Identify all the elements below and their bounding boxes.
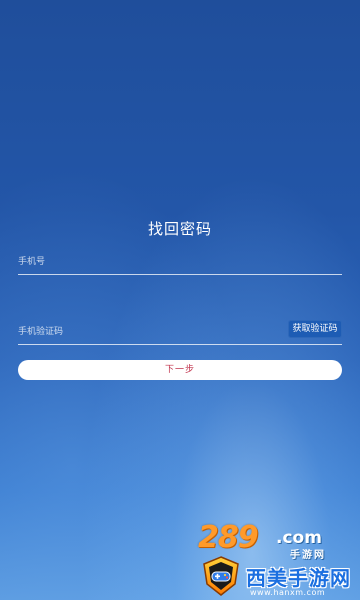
recover-password-screen: 找回密码 获取验证码 下一步 289 .com 手游网 西美手游网 www.ha…: [0, 0, 360, 600]
get-code-button[interactable]: 获取验证码: [288, 320, 342, 338]
watermark-brand-name: 西美手游网: [246, 566, 351, 590]
gamepad-badge-icon: [203, 556, 239, 596]
watermark-brand-sub: 手游网: [290, 550, 326, 561]
phone-field: [18, 250, 342, 275]
watermark-brand-domain: .com: [276, 528, 322, 548]
next-step-button[interactable]: 下一步: [18, 360, 342, 380]
code-field: 获取验证码: [18, 320, 342, 345]
page-title: 找回密码: [147, 220, 212, 238]
watermark-brand-url: www.hanxm.com: [250, 588, 326, 597]
watermark-brand-number: 289: [198, 520, 259, 555]
verification-code-input[interactable]: [18, 324, 268, 340]
phone-input[interactable]: [18, 254, 268, 270]
